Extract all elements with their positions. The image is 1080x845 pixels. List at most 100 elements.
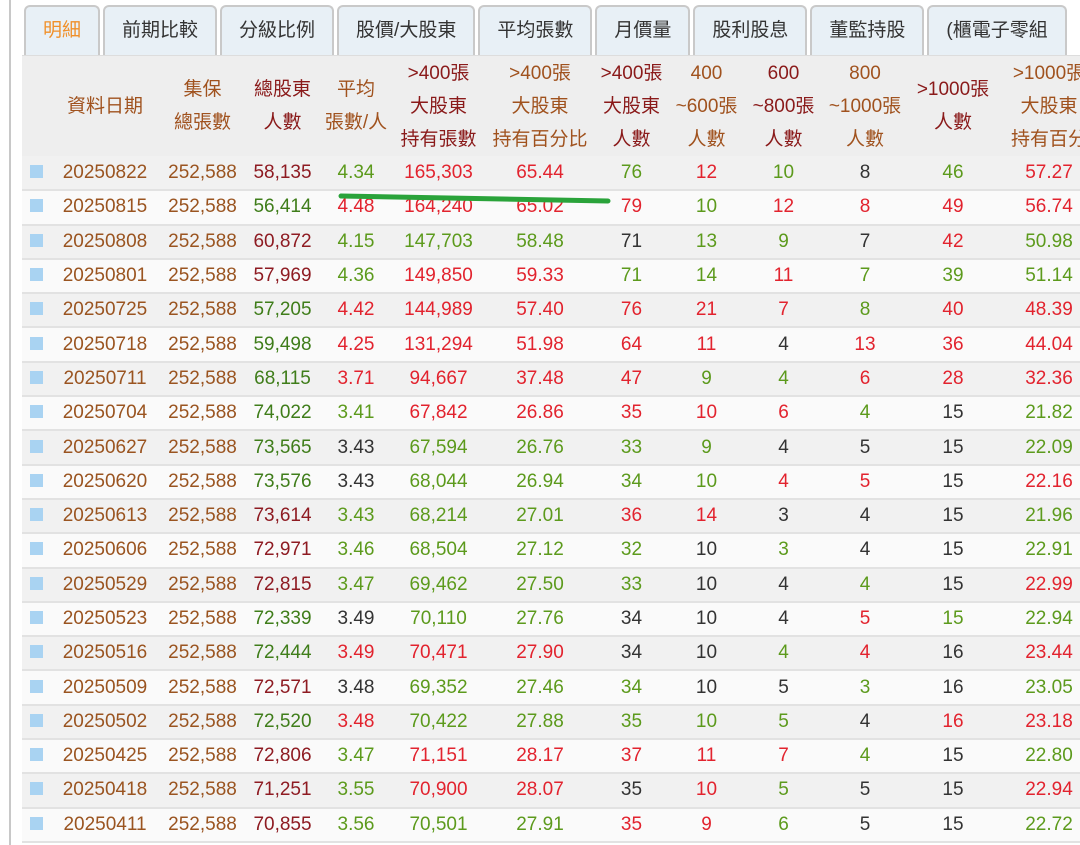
column-header-5[interactable]: >400張 大股東 持有百分比 — [485, 56, 595, 156]
value-cell: 7 — [822, 258, 908, 295]
table-row[interactable]: 20250502 252,588 72,520 3.48 70,422 27.88 35 10… — [22, 704, 1080, 741]
date-cell: 20250411 — [50, 807, 160, 843]
value-cell: 34 — [595, 601, 668, 638]
table-row[interactable]: 20250620 252,588 73,576 3.43 68,044 26.94 34 10… — [22, 464, 1080, 500]
select-column-header — [22, 56, 50, 156]
column-header-6[interactable]: >400張 大股東 人數 — [595, 56, 668, 156]
value-cell: 4 — [745, 327, 822, 363]
date-cell: 20250606 — [50, 533, 160, 569]
value-cell: 10 — [745, 156, 822, 192]
tab-3[interactable]: 股價/大股東 — [337, 5, 476, 55]
value-cell: 71,151 — [392, 739, 485, 775]
table-row[interactable]: 20250411 252,588 70,855 3.56 70,501 27.91 35 9 6… — [22, 807, 1080, 843]
column-header-7[interactable]: 400 ~600張 人數 — [668, 56, 745, 156]
column-header-line: 600 — [767, 62, 800, 84]
value-cell: 8 — [822, 156, 908, 192]
value-cell: 5 — [822, 464, 908, 500]
value-cell: 48.39 — [998, 293, 1080, 329]
total-lots-cell: 252,588 — [160, 430, 245, 466]
tab-2[interactable]: 分級比例 — [220, 5, 335, 55]
value-cell: 15 — [908, 567, 998, 603]
date-cell: 20250725 — [50, 293, 160, 329]
table-row[interactable]: 20250418 252,588 71,251 3.55 70,900 28.07 35 10… — [22, 773, 1080, 809]
total-lots-cell: 252,588 — [160, 704, 245, 741]
value-cell: 65.44 — [485, 156, 595, 192]
table-row[interactable]: 20250606 252,588 72,971 3.46 68,504 27.12 32 10… — [22, 533, 1080, 569]
value-cell: 3 — [745, 498, 822, 535]
square-bullet-icon — [29, 679, 43, 693]
column-header-line: 人數 — [764, 128, 803, 150]
column-header-3[interactable]: 平均 張數/人 — [320, 56, 392, 156]
value-cell: 3.47 — [320, 567, 392, 603]
value-cell: 27.90 — [485, 636, 595, 672]
tab-0[interactable]: 明細 — [24, 5, 101, 55]
table-row[interactable]: 20250613 252,588 73,614 3.43 68,214 27.01 36 14… — [22, 498, 1080, 535]
table-row[interactable]: 20250704 252,588 74,022 3.41 67,842 26.86 35 10… — [22, 396, 1080, 432]
column-header-1[interactable]: 集保 總張數 — [160, 56, 245, 156]
value-cell: 7 — [745, 739, 822, 775]
column-header-9[interactable]: 800 ~1000張 人數 — [822, 56, 908, 156]
row-marker — [22, 224, 50, 260]
tab-4[interactable]: 平均張數 — [478, 5, 593, 55]
row-marker — [22, 258, 50, 295]
value-cell: 4.42 — [320, 293, 392, 329]
column-header-2[interactable]: 總股東 人數 — [245, 56, 320, 156]
value-cell: 44.04 — [998, 327, 1080, 363]
table-row[interactable]: 20250425 252,588 72,806 3.47 71,151 28.17 37 11… — [22, 739, 1080, 775]
value-cell: 147,703 — [392, 224, 485, 260]
column-header-4[interactable]: >400張 大股東 持有張數 — [392, 56, 485, 156]
value-cell: 4 — [822, 498, 908, 535]
date-cell: 20250418 — [50, 773, 160, 809]
value-cell: 5 — [822, 430, 908, 466]
square-bullet-icon — [29, 816, 43, 830]
column-header-10[interactable]: >1000張 人數 — [908, 56, 998, 156]
value-cell: 57.27 — [998, 156, 1080, 192]
value-cell: 3.47 — [320, 739, 392, 775]
row-marker — [22, 498, 50, 535]
column-header-line: 人數 — [845, 128, 884, 150]
column-header-line: 資料日期 — [66, 95, 143, 117]
tab-7[interactable]: 董監持股 — [810, 5, 925, 55]
value-cell: 64 — [595, 327, 668, 363]
tab-5[interactable]: 月價量 — [595, 5, 691, 55]
table-row[interactable]: 20250627 252,588 73,565 3.43 67,594 26.76 33 9 4… — [22, 430, 1080, 466]
date-cell: 20250711 — [50, 361, 160, 398]
tab-8[interactable]: (櫃電子零組 — [927, 5, 1067, 55]
table-row[interactable]: 20250815 252,588 56,414 4.48 164,240 65.02 79 1… — [22, 190, 1080, 226]
value-cell: 15 — [908, 498, 998, 535]
value-cell: 76 — [595, 293, 668, 329]
table-row[interactable]: 20250711 252,588 68,115 3.71 94,667 37.48 47 9 4… — [22, 361, 1080, 398]
value-cell: 50.98 — [998, 224, 1080, 260]
tab-6[interactable]: 股利股息 — [693, 5, 808, 55]
table-row[interactable]: 20250801 252,588 57,969 4.36 149,850 59.33 71 1… — [22, 258, 1080, 295]
value-cell: 3.43 — [320, 464, 392, 500]
table-row[interactable]: 20250725 252,588 57,205 4.42 144,989 57.40 76 2… — [22, 293, 1080, 329]
column-header-8[interactable]: 600 ~800張 人數 — [745, 56, 822, 156]
row-marker — [22, 361, 50, 398]
table-row[interactable]: 20250822 252,588 58,135 4.34 165,303 65.44 76 1… — [22, 156, 1080, 192]
value-cell: 72,444 — [245, 636, 320, 672]
value-cell: 3.43 — [320, 430, 392, 466]
column-header-0[interactable]: 資料日期 — [50, 56, 160, 156]
square-bullet-icon — [29, 370, 43, 384]
value-cell: 10 — [668, 601, 745, 638]
value-cell: 3.43 — [320, 498, 392, 535]
table-row[interactable]: 20250529 252,588 72,815 3.47 69,462 27.50 33 10… — [22, 567, 1080, 603]
column-header-11[interactable]: >1000張 大股東 持有百分 — [998, 56, 1080, 156]
value-cell: 56.74 — [998, 190, 1080, 226]
table-row[interactable]: 20250523 252,588 72,339 3.49 70,110 27.76 34 10… — [22, 601, 1080, 638]
value-cell: 65.02 — [485, 190, 595, 226]
table-row[interactable]: 20250516 252,588 72,444 3.49 70,471 27.90 34 10… — [22, 636, 1080, 672]
tab-1[interactable]: 前期比較 — [103, 5, 218, 55]
value-cell: 27.46 — [485, 670, 595, 706]
table-row[interactable]: 20250718 252,588 59,498 4.25 131,294 51.98 64 1… — [22, 327, 1080, 363]
value-cell: 15 — [908, 739, 998, 775]
date-cell: 20250801 — [50, 258, 160, 295]
value-cell: 71,251 — [245, 773, 320, 809]
value-cell: 57.40 — [485, 293, 595, 329]
table-row[interactable]: 20250509 252,588 72,571 3.48 69,352 27.46 34 10… — [22, 670, 1080, 706]
table-row[interactable]: 20250808 252,588 60,872 4.15 147,703 58.48 71 1… — [22, 224, 1080, 260]
value-cell: 8 — [822, 293, 908, 329]
total-lots-cell: 252,588 — [160, 396, 245, 432]
value-cell: 33 — [595, 567, 668, 603]
